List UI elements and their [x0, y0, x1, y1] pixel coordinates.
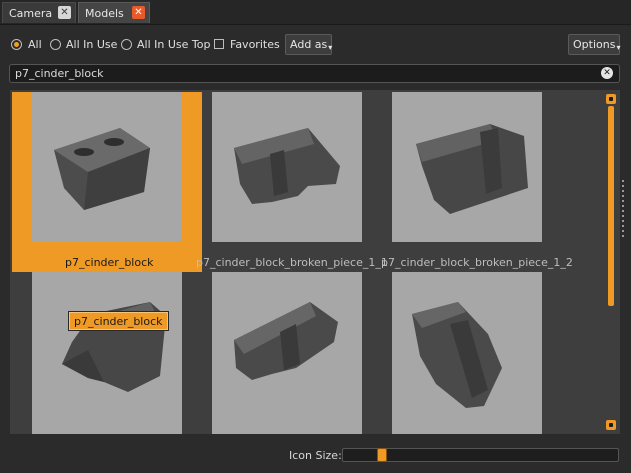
radio-all-in-use-label[interactable]: All In Use [66, 38, 117, 51]
cinder-block-piece-icon [416, 124, 528, 214]
model-name: p7_cinder_block_broken_piece_1_1 [196, 256, 388, 269]
radio-all[interactable] [11, 39, 22, 50]
model-thumbnail[interactable] [32, 272, 182, 434]
chevron-down-icon: ▾ [616, 42, 621, 52]
model-name: p7_cinder_block_broken_piece_1_2 [381, 256, 573, 269]
scroll-down-button[interactable] [606, 420, 616, 430]
cinder-block-piece-icon [62, 302, 166, 392]
model-tile[interactable] [12, 272, 202, 434]
add-as-button[interactable]: Add as ▾ [285, 34, 332, 55]
close-icon[interactable]: ✕ [132, 6, 145, 19]
scroll-track[interactable] [608, 106, 614, 418]
model-tile[interactable]: p7_cinder_block [12, 92, 202, 272]
model-tile[interactable] [372, 272, 562, 434]
tab-models[interactable]: Models ✕ [78, 2, 150, 23]
radio-all-in-use[interactable] [50, 39, 61, 50]
options-button[interactable]: Options ▾ [568, 34, 620, 55]
radio-all-in-use-top[interactable] [121, 39, 132, 50]
add-as-label: Add as [290, 38, 328, 51]
options-label: Options [573, 38, 616, 51]
filter-row: All All In Use All In Use Top Favorites … [0, 34, 631, 58]
tab-camera[interactable]: Camera ✕ [2, 2, 76, 23]
model-thumbnail[interactable] [212, 272, 362, 434]
cinder-block-piece-icon [234, 128, 340, 204]
clear-search-icon[interactable]: ✕ [601, 67, 613, 79]
scroll-up-button[interactable] [606, 94, 616, 104]
icon-size-label: Icon Size: [289, 449, 342, 462]
cinder-block-piece-icon [412, 302, 502, 408]
radio-all-label[interactable]: All [28, 38, 42, 51]
cinder-block-icon [54, 128, 150, 210]
tab-label: Camera [9, 6, 53, 20]
icon-size-handle[interactable] [377, 448, 387, 462]
model-tile[interactable] [192, 272, 382, 434]
radio-all-in-use-top-label[interactable]: All In Use Top [137, 38, 210, 51]
cinder-block-piece-icon [234, 302, 338, 380]
close-icon[interactable]: ✕ [58, 6, 71, 19]
chevron-down-icon: ▾ [328, 42, 333, 52]
model-grid: p7_cinder_block p7_cinder_block_broken_p… [9, 89, 621, 435]
model-tile[interactable]: p7_cinder_block_broken_piece_1_1 [192, 92, 388, 272]
model-thumbnail[interactable] [392, 92, 542, 242]
icon-size-slider[interactable] [342, 448, 619, 462]
tooltip: p7_cinder_block [68, 311, 169, 331]
vertical-scrollbar[interactable] [606, 94, 616, 430]
model-thumbnail[interactable] [32, 92, 182, 242]
search-value[interactable]: p7_cinder_block [15, 67, 104, 80]
scroll-thumb[interactable] [608, 106, 614, 306]
model-thumbnail[interactable] [212, 92, 362, 242]
model-thumbnail[interactable] [392, 272, 542, 434]
favorites-checkbox[interactable] [214, 39, 224, 49]
search-input[interactable]: p7_cinder_block ✕ [9, 64, 620, 83]
tab-label: Models [85, 6, 124, 20]
favorites-label[interactable]: Favorites [230, 38, 280, 51]
tab-bar: Camera ✕ Models ✕ [0, 0, 631, 25]
model-name: p7_cinder_block [65, 256, 154, 269]
model-tile[interactable]: p7_cinder_block_broken_piece_1_2 [372, 92, 573, 272]
resize-grip-icon[interactable] [621, 180, 625, 240]
